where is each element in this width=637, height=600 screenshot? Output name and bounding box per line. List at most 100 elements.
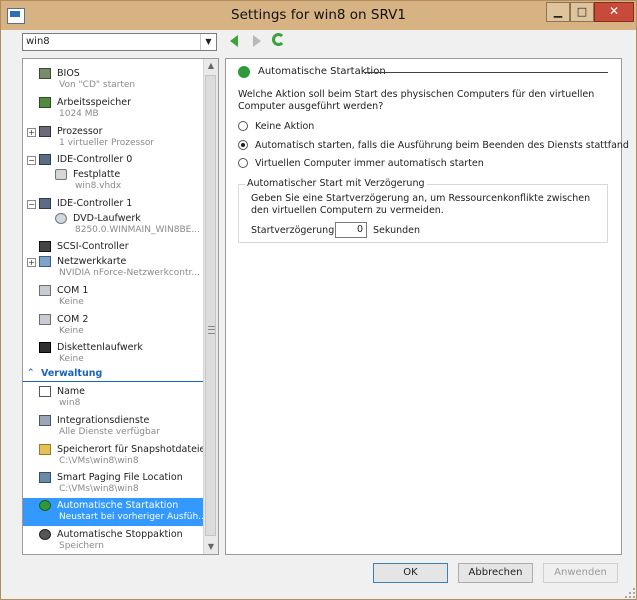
tree-item[interactable]: Automatische Startaktion Neustart bei vor… — [23, 498, 204, 526]
tree-item[interactable]: DVD-Laufwerk 8250.0.WINMAIN_WIN8BE... — [23, 211, 204, 239]
tree-item[interactable]: COM 2 Keine — [23, 312, 204, 340]
radio-label: Virtuellen Computer immer automatisch st… — [255, 158, 484, 169]
ide-controller-icon — [39, 198, 51, 209]
maximize-icon: □ — [576, 5, 588, 18]
scroll-grip-icon — [208, 326, 215, 334]
tree-item[interactable]: + Netzwerkkarte NVIDIA nForce-Netzwerkcont… — [23, 254, 204, 282]
tree-item-label: Netzwerkkarte — [57, 256, 127, 267]
radio-option-none[interactable]: Keine Aktion — [238, 121, 608, 135]
scroll-up-icon[interactable]: ▲ — [204, 59, 218, 73]
minimize-icon: ▁ — [553, 5, 563, 18]
tree-item-detail: Neustart bei vorheriger Ausfüh... — [59, 512, 204, 522]
tree-item-detail: win8 — [59, 398, 81, 408]
tree-item-detail: Keine — [59, 326, 84, 336]
radio-label: Automatisch starten, falls die Ausführun… — [255, 140, 629, 151]
startup-delay-group: Automatischer Start mit Verzögerung Gebe… — [238, 178, 608, 243]
tree-item-detail: Speichern — [59, 541, 104, 551]
radio-circle[interactable] — [238, 121, 248, 131]
tree-item-label: COM 2 — [57, 314, 89, 325]
tree-item-detail: Keine — [59, 297, 84, 307]
scroll-down-icon[interactable]: ▼ — [204, 540, 218, 554]
radio-option-always-start[interactable]: Virtuellen Computer immer automatisch st… — [238, 158, 608, 172]
memory-icon — [39, 97, 51, 108]
close-icon: ✕ — [608, 4, 620, 18]
tree-item-label: BIOS — [57, 68, 80, 79]
tree-item-detail: Keine — [59, 354, 84, 364]
integration-services-icon — [39, 415, 51, 426]
start-action-question: Welche Aktion soll beim Start des physis… — [238, 89, 595, 112]
com-port-icon — [39, 314, 51, 325]
radio-circle[interactable] — [238, 140, 248, 150]
settings-window: Settings for win8 on SRV1 ▁ □ ✕ win8 ▼ B… — [0, 0, 637, 600]
ide-controller-icon — [39, 154, 51, 165]
radio-label: Keine Aktion — [255, 121, 315, 132]
com-port-icon — [39, 285, 51, 296]
collapse-section-icon[interactable]: ⌃ — [27, 368, 35, 378]
tree-item-label: Automatische Stoppaktion — [57, 529, 183, 540]
chevron-down-icon[interactable]: ▼ — [200, 34, 216, 50]
snapshot-folder-icon — [39, 444, 51, 455]
tree-scrollbar[interactable]: ▲ ▼ — [203, 59, 218, 554]
startup-delay-input[interactable]: 0 — [335, 222, 367, 238]
tree-item-label: COM 1 — [57, 285, 89, 296]
ok-button[interactable]: OK — [373, 563, 448, 583]
window-title: Settings for win8 on SRV1 — [231, 7, 406, 23]
maximize-button[interactable]: □ — [570, 2, 594, 22]
auto-stop-icon — [39, 529, 51, 540]
tree-item-label: DVD-Laufwerk — [73, 213, 141, 224]
vm-select[interactable]: win8 ▼ — [22, 33, 217, 51]
apply-button[interactable]: Anwenden — [543, 563, 618, 583]
back-arrow-icon[interactable] — [230, 35, 238, 47]
tree-item-label: IDE-Controller 0 — [57, 154, 133, 165]
settings-tree: BIOS Von "CD" starten Arbeitsspeicher 1024 … — [22, 58, 219, 555]
minimize-button[interactable]: ▁ — [546, 2, 570, 22]
radio-option-auto-if-running[interactable]: Automatisch starten, falls die Ausführun… — [238, 140, 629, 154]
radio-circle[interactable] — [238, 158, 248, 168]
vm-select-value: win8 — [26, 36, 50, 47]
tree-item-detail: 1 virtueller Prozessor — [59, 138, 155, 148]
section-divider — [364, 72, 608, 73]
scroll-thumb[interactable] — [205, 75, 216, 536]
tree-item[interactable]: Diskettenlaufwerk Keine — [23, 340, 204, 368]
tree-item[interactable]: BIOS Von "CD" starten — [23, 66, 204, 94]
collapse-icon[interactable]: − — [27, 156, 36, 165]
tree-item-label: Name — [57, 386, 86, 397]
management-section-header[interactable]: ⌃ Verwaltung — [23, 366, 204, 382]
settings-detail-panel: Automatische Startaktion Welche Aktion s… — [225, 58, 629, 555]
settings-tree-list: BIOS Von "CD" starten Arbeitsspeicher 1024 … — [23, 59, 204, 554]
collapse-icon[interactable]: − — [27, 200, 36, 209]
tree-item-label: Prozessor — [57, 126, 103, 137]
tree-item[interactable]: Automatische Stoppaktion Speichern — [23, 527, 204, 554]
network-adapter-icon — [39, 256, 51, 267]
tree-item[interactable]: + Prozessor 1 virtueller Prozessor — [23, 124, 204, 152]
tree-item[interactable]: Name win8 — [23, 384, 204, 412]
tree-item-label: Automatische Startaktion — [57, 500, 179, 511]
title-bar: Settings for win8 on SRV1 ▁ □ ✕ — [1, 1, 636, 30]
tree-item[interactable]: Festplatte win8.vhdx — [23, 167, 204, 195]
tree-item[interactable]: Integrationsdienste Alle Dienste verfügba… — [23, 413, 204, 441]
tree-item-detail: 8250.0.WINMAIN_WIN8BE... — [75, 225, 200, 235]
resize-grip-icon[interactable] — [625, 588, 635, 598]
section-underline — [23, 381, 204, 382]
tree-item[interactable]: Arbeitsspeicher 1024 MB — [23, 95, 204, 123]
cancel-button[interactable]: Abbrechen — [458, 563, 533, 583]
forward-arrow-icon[interactable] — [253, 35, 261, 47]
tree-item[interactable]: Smart Paging File Location C:\VMs\win8\wi… — [23, 470, 204, 498]
startup-delay-unit: Sekunden — [373, 225, 421, 236]
expand-icon[interactable]: + — [27, 128, 36, 137]
startup-delay-label: Startverzögerung: — [251, 225, 338, 236]
paging-file-icon — [39, 472, 51, 483]
tree-item[interactable]: COM 1 Keine — [23, 283, 204, 311]
clipped-tree-item — [57, 59, 197, 61]
tree-item-detail: 1024 MB — [59, 109, 99, 119]
expand-icon[interactable]: + — [27, 258, 36, 267]
tree-item[interactable]: Speicherort für Snapshotdateien C:\VMs\wi… — [23, 442, 204, 470]
tree-item-label: Smart Paging File Location — [57, 472, 183, 483]
tree-item-label: SCSI-Controller — [57, 241, 129, 252]
auto-start-icon — [238, 66, 250, 78]
tree-item-detail: Von "CD" starten — [59, 80, 136, 90]
auto-start-icon — [39, 500, 51, 511]
tree-item-label: Diskettenlaufwerk — [57, 342, 143, 353]
refresh-icon[interactable] — [272, 33, 285, 46]
close-button[interactable]: ✕ — [594, 2, 634, 22]
